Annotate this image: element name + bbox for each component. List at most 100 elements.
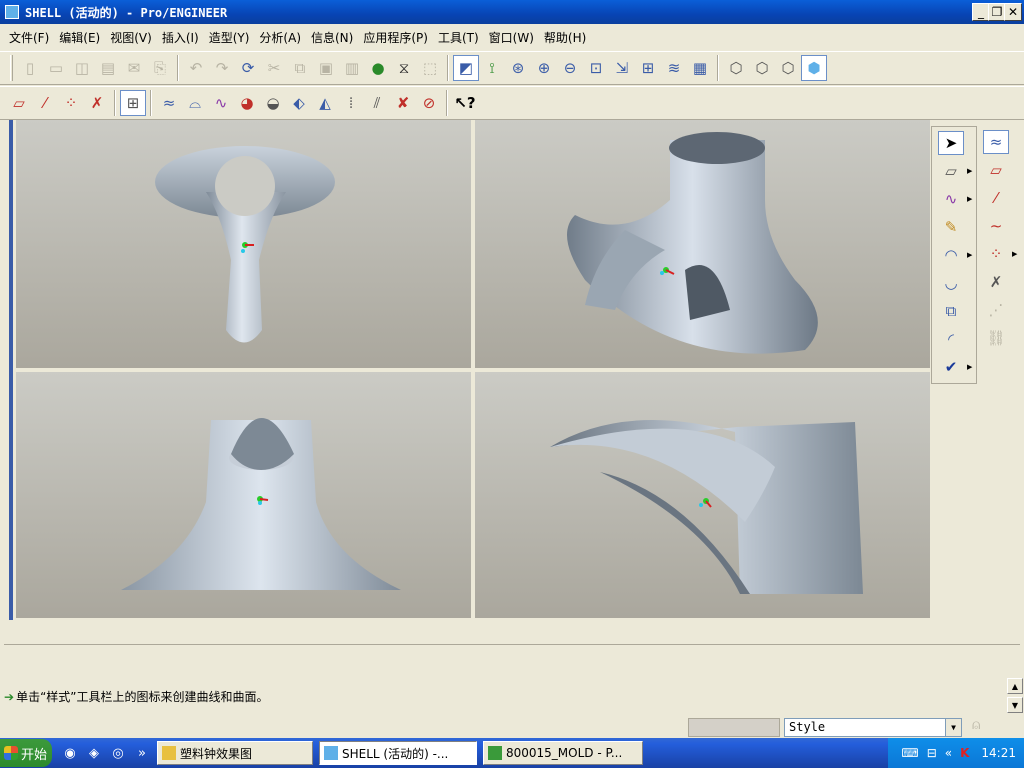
point-icon[interactable]: ⁘ xyxy=(983,242,1009,266)
find-icon[interactable]: ⧖ xyxy=(391,55,417,81)
surface-edit-icon[interactable]: ◜ xyxy=(938,327,964,351)
model-tree-icon[interactable]: ● xyxy=(365,55,391,81)
menu-styling[interactable]: 造型(Y) xyxy=(204,27,255,49)
open-icon[interactable]: ▭ xyxy=(43,55,69,81)
offset-icon[interactable]: ⦙ xyxy=(338,90,364,116)
zoom-in-icon[interactable]: ⊕ xyxy=(531,55,557,81)
curve-flyout-arrow[interactable]: ▶ xyxy=(967,195,972,203)
viewport-bottom-right[interactable] xyxy=(475,372,930,618)
menu-view[interactable]: 视图(V) xyxy=(105,27,157,49)
curvature-icon[interactable]: ⌓ xyxy=(182,90,208,116)
plane-icon[interactable]: ▱ xyxy=(938,159,964,183)
reflection-icon[interactable]: ∿ xyxy=(208,90,234,116)
print-icon[interactable]: ▤ xyxy=(95,55,121,81)
copy-icon[interactable]: ⧉ xyxy=(287,55,313,81)
ie-icon[interactable]: ◉ xyxy=(60,743,80,763)
task-folder[interactable]: 塑料钟效果图 xyxy=(157,741,313,765)
surface-connect-icon[interactable]: ◡ xyxy=(938,271,964,295)
task-shell[interactable]: SHELL (活动的) -... xyxy=(319,741,477,765)
network-icon[interactable]: ⊟ xyxy=(927,746,937,760)
curve-edit-icon[interactable]: ✎ xyxy=(938,215,964,239)
menu-applications[interactable]: 应用程序(P) xyxy=(358,27,433,49)
viewport-top-right[interactable] xyxy=(475,120,930,368)
saved-views-icon[interactable]: ⊞ xyxy=(635,55,661,81)
zoom-out-icon[interactable]: ⊖ xyxy=(557,55,583,81)
chevron-down-icon[interactable]: ▼ xyxy=(945,719,961,736)
message-scroll-down[interactable]: ▼ xyxy=(1007,697,1023,713)
task-mold[interactable]: 800015_MOLD - P... xyxy=(483,741,643,765)
left-splitter[interactable] xyxy=(0,120,16,620)
shade-analysis-icon[interactable]: ◕ xyxy=(234,90,260,116)
menu-analysis[interactable]: 分析(A) xyxy=(254,27,306,49)
done-icon[interactable]: ✔ xyxy=(938,355,964,379)
menu-tools[interactable]: 工具(T) xyxy=(433,27,484,49)
slope-icon[interactable]: ⬖ xyxy=(286,90,312,116)
refit-icon[interactable]: ⊡ xyxy=(583,55,609,81)
delete-analysis-icon[interactable]: ⊘ xyxy=(416,90,442,116)
toolbar-grip[interactable] xyxy=(10,55,13,81)
ie2-icon[interactable]: ◎ xyxy=(108,743,128,763)
undo-icon[interactable]: ↶ xyxy=(183,55,209,81)
shading-icon[interactable]: ⬢ xyxy=(801,55,827,81)
wireframe-icon[interactable]: ⬡ xyxy=(723,55,749,81)
chain-icon[interactable]: ⛓ xyxy=(983,326,1009,350)
deviation-icon[interactable]: ✘ xyxy=(390,90,416,116)
keyboard-icon[interactable]: ⌨ xyxy=(901,746,918,760)
surface-trim-icon[interactable]: ⧉ xyxy=(938,299,964,323)
point-off-icon[interactable]: ✗ xyxy=(983,270,1009,294)
new-icon[interactable]: ▯ xyxy=(17,55,43,81)
done-flyout-arrow[interactable]: ▶ xyxy=(967,363,972,371)
section-icon[interactable]: ◭ xyxy=(312,90,338,116)
selection-box-icon[interactable]: ⬚ xyxy=(417,55,443,81)
sketch-icon[interactable]: ∼ xyxy=(983,214,1009,238)
curve-icon[interactable]: ∿ xyxy=(938,187,964,211)
menu-help[interactable]: 帮助(H) xyxy=(539,27,591,49)
datum-point-icon[interactable]: ⁘ xyxy=(58,90,84,116)
paste-special-icon[interactable]: ▥ xyxy=(339,55,365,81)
menu-file[interactable]: 文件(F) xyxy=(4,27,54,49)
antivirus-icon[interactable]: K xyxy=(960,746,969,760)
layers-icon[interactable]: ≋ xyxy=(661,55,687,81)
surface-icon[interactable]: ◠ xyxy=(938,243,964,267)
viewport-splitter-horizontal[interactable] xyxy=(16,368,930,372)
redo-icon[interactable]: ↷ xyxy=(209,55,235,81)
whats-this-icon[interactable]: ↖? xyxy=(452,90,478,116)
media-icon[interactable]: ◈ xyxy=(84,743,104,763)
no-hidden-icon[interactable]: ⬡ xyxy=(775,55,801,81)
select-icon[interactable]: ➤ xyxy=(938,131,964,155)
paste-icon[interactable]: ▣ xyxy=(313,55,339,81)
coordinate-system-icon[interactable]: ✗ xyxy=(84,90,110,116)
menu-window[interactable]: 窗口(W) xyxy=(484,27,539,49)
hidden-line-icon[interactable]: ⬡ xyxy=(749,55,775,81)
repaint-icon[interactable]: ◩ xyxy=(453,55,479,81)
menu-insert[interactable]: 插入(I) xyxy=(157,27,204,49)
selection-status-icon[interactable]: ⍝ xyxy=(972,717,980,733)
app-icon[interactable] xyxy=(5,5,19,19)
draft-analysis-icon[interactable]: ◒ xyxy=(260,90,286,116)
style-icon[interactable]: ⊞ xyxy=(120,90,146,116)
datum-plane-icon[interactable]: ▱ xyxy=(983,158,1009,182)
csys-icon[interactable]: ⋰ xyxy=(983,298,1009,322)
menu-info[interactable]: 信息(N) xyxy=(306,27,358,49)
regenerate-icon[interactable]: ⟳ xyxy=(235,55,261,81)
datum-axis-icon[interactable]: ⁄ xyxy=(983,186,1009,210)
message-scroll-up[interactable]: ▲ xyxy=(1007,678,1023,694)
datum-curve-icon[interactable]: ≈ xyxy=(983,130,1009,154)
clock[interactable]: 14:21 xyxy=(981,746,1016,760)
send-icon[interactable]: ⎘ xyxy=(147,55,173,81)
tray-expand-icon[interactable]: « xyxy=(945,746,952,760)
datum-display-icon[interactable]: ⟟ xyxy=(479,55,505,81)
email-icon[interactable]: ✉ xyxy=(121,55,147,81)
view-manager-icon[interactable]: ▦ xyxy=(687,55,713,81)
viewport-bottom-left[interactable] xyxy=(16,372,471,618)
plane-flyout-arrow[interactable]: ▶ xyxy=(967,167,972,175)
surface-flyout-arrow[interactable]: ▶ xyxy=(967,251,972,259)
close-button[interactable]: ✕ xyxy=(1004,3,1022,21)
filter-select[interactable]: Style ▼ xyxy=(784,718,962,737)
datum-plane-icon[interactable]: ▱ xyxy=(6,90,32,116)
orient-icon[interactable]: ⊛ xyxy=(505,55,531,81)
reorient-icon[interactable]: ⇲ xyxy=(609,55,635,81)
start-button[interactable]: 开始 xyxy=(0,739,52,767)
point-flyout-arrow[interactable]: ▶ xyxy=(1012,250,1017,258)
cut-icon[interactable]: ✂ xyxy=(261,55,287,81)
